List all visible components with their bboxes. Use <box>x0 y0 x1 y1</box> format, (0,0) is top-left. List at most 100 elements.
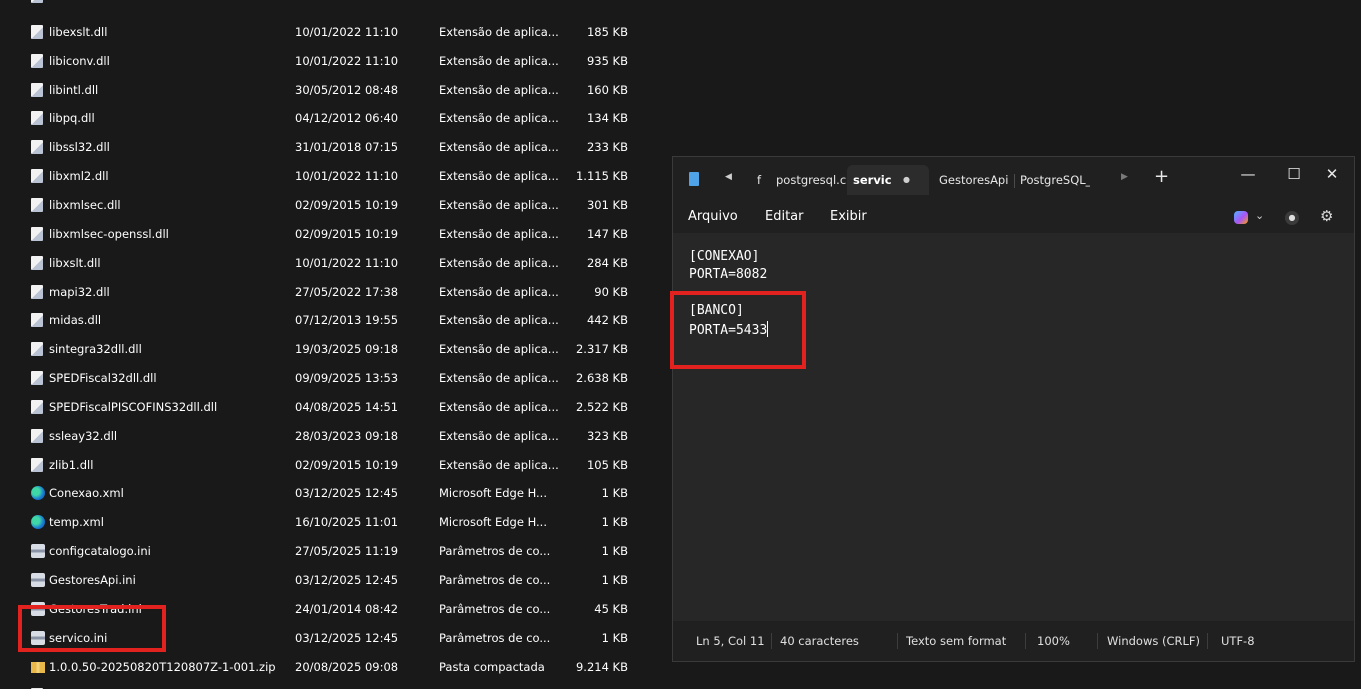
file-size: 1 KB <box>601 486 628 501</box>
file-date: 03/12/2025 14:18 <box>295 681 398 689</box>
file-name: libxmlsec.dll <box>49 197 121 212</box>
file-name: zlib1.dll <box>49 457 94 472</box>
menu-editar[interactable]: Editar <box>765 201 804 233</box>
tab-postgresql-conf[interactable]: postgresql.c <box>776 165 846 195</box>
close-button[interactable]: ✕ <box>1309 157 1355 191</box>
tab-scroll-left-icon[interactable]: ◀ <box>725 172 732 182</box>
file-size: 442 KB <box>586 313 628 328</box>
file-name: libxslt.dll <box>49 255 101 270</box>
dll-file-icon <box>31 342 43 357</box>
tab-gestoresapi[interactable]: GestoresApi <box>939 165 1011 195</box>
file-explorer-list: libexslt.dll 10/01/2022 11:10 Extensão de … <box>0 0 660 689</box>
file-name: libpq.dll <box>49 111 95 126</box>
file-type: Parâmetros de co... <box>439 573 551 587</box>
file-size: 323 KB <box>586 428 628 443</box>
file-type: Extensão de aplica... <box>439 111 559 126</box>
file-row[interactable]: midas.dll 07/12/2013 19:55 Extensão de apl… <box>27 306 647 334</box>
file-name: SPEDFiscalPISCOFINS32dll.dll <box>49 399 218 414</box>
dll-file-icon <box>31 140 43 155</box>
file-type: Extensão de aplica... <box>439 342 559 357</box>
file-date: 03/12/2025 12:45 <box>295 630 399 645</box>
file-size: 90 KB <box>594 284 628 299</box>
file-row[interactable]: SPEDFiscal32dll.dll 09/09/2025 13:53 Exten… <box>27 364 647 392</box>
notepad-titlebar: ◀ f postgresql.c servic ● GestoresApi Po… <box>673 157 1354 201</box>
new-tab-button[interactable]: + <box>1154 166 1169 187</box>
file-row[interactable]: mapi32.dll 27/05/2022 17:38 Extensão de ap… <box>27 278 647 306</box>
tab-servico-ini[interactable]: servic ● <box>847 165 929 195</box>
file-row[interactable]: 1.0.0.50-20250820T120807Z-1-001.zip 20/08… <box>27 653 647 681</box>
file-row[interactable]: libssl32.dll 31/01/2018 07:15 Extensão de … <box>27 133 647 161</box>
file-name: libexslt.dll <box>49 24 108 39</box>
editor-line-1: [CONEXAO] <box>689 249 760 264</box>
file-type: Extensão de aplica... <box>439 457 559 472</box>
status-encoding[interactable]: UTF-8 <box>1221 621 1255 661</box>
file-row[interactable]: libxml2.dll 10/01/2022 11:10 Extensão de a… <box>27 162 647 190</box>
file-row[interactable]: configcatalogo.ini 27/05/2025 11:19 Parâme… <box>27 537 647 565</box>
file-size: 2.317 KB <box>575 342 628 357</box>
file-size: 1 KB <box>601 515 628 530</box>
file-row[interactable]: SPEDFiscalPISCOFINS32dll.dll 04/08/2025 1… <box>27 393 647 421</box>
file-date: 07/12/2013 19:55 <box>295 313 399 328</box>
file-size: 1 KB <box>601 630 628 645</box>
tab-divider <box>1014 174 1015 188</box>
chevron-down-icon[interactable]: ⌄ <box>1255 209 1264 222</box>
file-size: 2.522 KB <box>575 399 628 414</box>
file-row[interactable]: temp.xml 16/10/2025 11:01 Microsoft Edge H… <box>27 508 647 536</box>
dll-file-icon <box>31 428 43 443</box>
file-name: libintl.dll <box>49 82 99 97</box>
file-row[interactable]: libxmlsec-openssl.dll 02/09/2015 10:19 Ext… <box>27 220 647 248</box>
file-date: 30/05/2012 08:48 <box>295 82 399 97</box>
tab-postgresql-log[interactable]: PostgreSQL_ <box>1020 165 1090 195</box>
dll-file-icon <box>31 0 43 3</box>
file-row[interactable]: zlib1.dll 02/09/2015 10:19 Extensão de apl… <box>27 451 647 479</box>
file-row[interactable]: libiconv.dll 10/01/2022 11:10 Extensão de … <box>27 47 647 75</box>
file-date: 19/03/2025 09:18 <box>295 342 399 357</box>
editor-line-2: PORTA=8082 <box>689 267 768 282</box>
file-row[interactable]: sgc_produtos.txt 03/12/2025 14:18 Document… <box>27 681 647 689</box>
file-row[interactable]: GestoresApi.ini 03/12/2025 12:45 Parâmetro… <box>27 566 647 594</box>
file-date: 24/01/2014 08:42 <box>295 601 399 616</box>
file-type: Extensão de aplica... <box>439 371 559 386</box>
status-cursor-position: Ln 5, Col 11 <box>696 634 765 648</box>
edge-icon <box>31 515 45 530</box>
account-icon[interactable]: ● <box>1285 211 1299 225</box>
notepad-app-icon <box>689 172 699 186</box>
copilot-icon[interactable] <box>1234 211 1248 224</box>
file-row[interactable]: ssleay32.dll 28/03/2023 09:18 Extensão de … <box>27 422 647 450</box>
file-date: 10/01/2022 11:10 <box>295 53 399 68</box>
file-date: 10/01/2022 11:10 <box>295 24 399 39</box>
dll-file-icon <box>31 197 43 212</box>
minimize-button[interactable]: — <box>1225 157 1271 191</box>
status-divider <box>1207 633 1208 649</box>
file-row[interactable]: libpq.dll 04/12/2012 06:40 Extensão de apl… <box>27 104 647 132</box>
file-size: 147 KB <box>586 226 628 241</box>
file-row[interactable]: Conexao.xml 03/12/2025 12:45 Microsoft Edg… <box>27 479 647 507</box>
dll-file-icon <box>31 371 43 386</box>
file-row[interactable] <box>27 0 647 10</box>
status-divider <box>771 633 772 649</box>
file-size: 185 KB <box>586 24 628 39</box>
settings-gear-icon[interactable]: ⚙ <box>1320 207 1333 225</box>
file-row[interactable]: sintegra32dll.dll 19/03/2025 09:18 Extensã… <box>27 335 647 363</box>
file-type: Microsoft Edge H... <box>439 486 547 501</box>
file-row[interactable]: libexslt.dll 10/01/2022 11:10 Extensão de … <box>27 18 647 46</box>
file-name: Conexao.xml <box>49 486 124 501</box>
file-row[interactable]: libxmlsec.dll 02/09/2015 10:19 Extensão de… <box>27 191 647 219</box>
menu-exibir[interactable]: Exibir <box>830 201 867 233</box>
tab-scroll-right-icon[interactable]: ▶ <box>1121 172 1128 182</box>
status-line-ending[interactable]: Windows (CRLF) <box>1107 621 1200 661</box>
dll-file-icon <box>31 24 43 39</box>
status-format[interactable]: Texto sem formatar <box>906 621 1006 661</box>
file-name: midas.dll <box>49 313 102 328</box>
file-size: 284 KB <box>586 255 628 270</box>
tab-f[interactable]: f <box>757 165 771 195</box>
file-name: 1.0.0.50-20250820T120807Z-1-001.zip <box>49 659 276 674</box>
file-date: 09/09/2025 13:53 <box>295 371 399 386</box>
file-row[interactable]: libintl.dll 30/05/2012 08:48 Extensão de a… <box>27 76 647 104</box>
file-size: 9.214 KB <box>575 659 628 674</box>
status-zoom[interactable]: 100% <box>1037 621 1070 661</box>
file-type: Extensão de aplica... <box>439 169 559 184</box>
ini-file-icon <box>31 544 45 559</box>
menu-arquivo[interactable]: Arquivo <box>688 201 738 233</box>
file-row[interactable]: libxslt.dll 10/01/2022 11:10 Extensão de a… <box>27 249 647 277</box>
